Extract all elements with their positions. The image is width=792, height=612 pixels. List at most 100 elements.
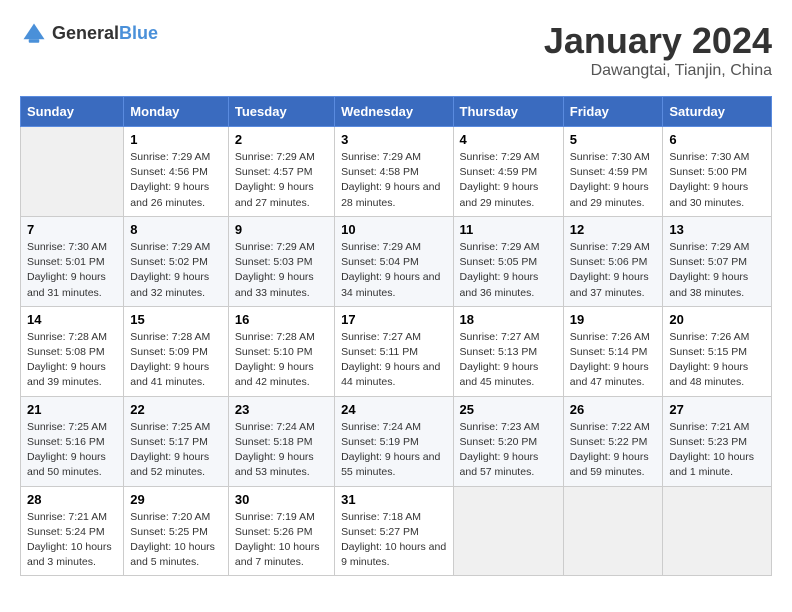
day-number: 31	[341, 492, 446, 507]
calendar-cell: 21Sunrise: 7:25 AMSunset: 5:16 PMDayligh…	[21, 396, 124, 486]
calendar-cell: 17 Sunrise: 7:27 AMSunset: 5:11 PMDayligh…	[335, 306, 453, 396]
calendar-cell	[663, 486, 772, 576]
day-number: 26	[570, 402, 657, 417]
calendar-cell: 30 Sunrise: 7:19 AMSunset: 5:26 PMDayligh…	[228, 486, 334, 576]
header-friday: Friday	[563, 97, 663, 127]
day-number: 12	[570, 222, 657, 237]
day-number: 9	[235, 222, 328, 237]
day-info: Sunrise: 7:29 AMSunset: 5:07 PMDaylight:…	[669, 240, 765, 301]
day-info: Sunrise: 7:30 AMSunset: 5:00 PMDaylight:…	[669, 150, 765, 211]
day-number: 15	[130, 312, 222, 327]
calendar-cell: 7Sunrise: 7:30 AMSunset: 5:01 PMDaylight…	[21, 216, 124, 306]
day-info: Sunrise: 7:29 AMSunset: 5:02 PMDaylight:…	[130, 240, 222, 301]
logo-text: GeneralBlue	[52, 24, 158, 44]
calendar-cell: 28Sunrise: 7:21 AMSunset: 5:24 PMDayligh…	[21, 486, 124, 576]
calendar-cell: 19Sunrise: 7:26 AMSunset: 5:14 PMDayligh…	[563, 306, 663, 396]
day-number: 13	[669, 222, 765, 237]
calendar-cell: 1 Sunrise: 7:29 AMSunset: 4:56 PMDaylight…	[124, 127, 229, 217]
day-info: Sunrise: 7:19 AMSunset: 5:26 PMDaylight:…	[235, 510, 328, 571]
day-number: 4	[460, 132, 557, 147]
day-number: 30	[235, 492, 328, 507]
day-info: Sunrise: 7:27 AMSunset: 5:11 PMDaylight:…	[341, 330, 446, 391]
calendar-week-row: 7Sunrise: 7:30 AMSunset: 5:01 PMDaylight…	[21, 216, 772, 306]
calendar-cell: 18 Sunrise: 7:27 AMSunset: 5:13 PMDayligh…	[453, 306, 563, 396]
day-info: Sunrise: 7:29 AMSunset: 5:06 PMDaylight:…	[570, 240, 657, 301]
day-info: Sunrise: 7:21 AMSunset: 5:23 PMDaylight:…	[669, 420, 765, 481]
day-info: Sunrise: 7:28 AMSunset: 5:08 PMDaylight:…	[27, 330, 117, 391]
header-wednesday: Wednesday	[335, 97, 453, 127]
header-monday: Monday	[124, 97, 229, 127]
calendar-header-row: SundayMondayTuesdayWednesdayThursdayFrid…	[21, 97, 772, 127]
calendar-cell: 2 Sunrise: 7:29 AMSunset: 4:57 PMDaylight…	[228, 127, 334, 217]
month-title: January 2024	[544, 20, 772, 62]
day-info: Sunrise: 7:24 AMSunset: 5:18 PMDaylight:…	[235, 420, 328, 481]
day-info: Sunrise: 7:26 AMSunset: 5:14 PMDaylight:…	[570, 330, 657, 391]
calendar-week-row: 1 Sunrise: 7:29 AMSunset: 4:56 PMDaylight…	[21, 127, 772, 217]
day-number: 8	[130, 222, 222, 237]
logo-icon	[20, 20, 48, 48]
calendar-cell: 26 Sunrise: 7:22 AMSunset: 5:22 PMDayligh…	[563, 396, 663, 486]
day-number: 18	[460, 312, 557, 327]
header-sunday: Sunday	[21, 97, 124, 127]
day-number: 6	[669, 132, 765, 147]
day-number: 27	[669, 402, 765, 417]
day-number: 11	[460, 222, 557, 237]
header-saturday: Saturday	[663, 97, 772, 127]
calendar-cell: 4 Sunrise: 7:29 AMSunset: 4:59 PMDaylight…	[453, 127, 563, 217]
calendar-cell: 12 Sunrise: 7:29 AMSunset: 5:06 PMDayligh…	[563, 216, 663, 306]
day-info: Sunrise: 7:29 AMSunset: 4:58 PMDaylight:…	[341, 150, 446, 211]
day-info: Sunrise: 7:29 AMSunset: 5:03 PMDaylight:…	[235, 240, 328, 301]
day-number: 17	[341, 312, 446, 327]
day-number: 23	[235, 402, 328, 417]
day-info: Sunrise: 7:20 AMSunset: 5:25 PMDaylight:…	[130, 510, 222, 571]
calendar-cell: 3 Sunrise: 7:29 AMSunset: 4:58 PMDaylight…	[335, 127, 453, 217]
calendar-cell: 23 Sunrise: 7:24 AMSunset: 5:18 PMDayligh…	[228, 396, 334, 486]
day-number: 22	[130, 402, 222, 417]
day-number: 29	[130, 492, 222, 507]
day-info: Sunrise: 7:28 AMSunset: 5:10 PMDaylight:…	[235, 330, 328, 391]
calendar-cell: 13 Sunrise: 7:29 AMSunset: 5:07 PMDayligh…	[663, 216, 772, 306]
calendar-cell: 20 Sunrise: 7:26 AMSunset: 5:15 PMDayligh…	[663, 306, 772, 396]
day-info: Sunrise: 7:28 AMSunset: 5:09 PMDaylight:…	[130, 330, 222, 391]
calendar-cell	[21, 127, 124, 217]
day-info: Sunrise: 7:26 AMSunset: 5:15 PMDaylight:…	[669, 330, 765, 391]
calendar-cell: 8 Sunrise: 7:29 AMSunset: 5:02 PMDaylight…	[124, 216, 229, 306]
day-info: Sunrise: 7:29 AMSunset: 5:05 PMDaylight:…	[460, 240, 557, 301]
day-info: Sunrise: 7:30 AMSunset: 5:01 PMDaylight:…	[27, 240, 117, 301]
calendar-cell: 22Sunrise: 7:25 AMSunset: 5:17 PMDayligh…	[124, 396, 229, 486]
day-number: 21	[27, 402, 117, 417]
page-header: GeneralBlue January 2024 Dawangtai, Tian…	[20, 20, 772, 80]
day-info: Sunrise: 7:18 AMSunset: 5:27 PMDaylight:…	[341, 510, 446, 571]
day-number: 5	[570, 132, 657, 147]
calendar-cell: 9 Sunrise: 7:29 AMSunset: 5:03 PMDaylight…	[228, 216, 334, 306]
day-info: Sunrise: 7:27 AMSunset: 5:13 PMDaylight:…	[460, 330, 557, 391]
day-number: 20	[669, 312, 765, 327]
calendar-table: SundayMondayTuesdayWednesdayThursdayFrid…	[20, 96, 772, 576]
calendar-cell: 16 Sunrise: 7:28 AMSunset: 5:10 PMDayligh…	[228, 306, 334, 396]
calendar-cell: 25Sunrise: 7:23 AMSunset: 5:20 PMDayligh…	[453, 396, 563, 486]
calendar-cell: 27 Sunrise: 7:21 AMSunset: 5:23 PMDayligh…	[663, 396, 772, 486]
day-info: Sunrise: 7:24 AMSunset: 5:19 PMDaylight:…	[341, 420, 446, 481]
calendar-cell	[453, 486, 563, 576]
day-info: Sunrise: 7:30 AMSunset: 4:59 PMDaylight:…	[570, 150, 657, 211]
day-number: 16	[235, 312, 328, 327]
day-info: Sunrise: 7:29 AMSunset: 4:59 PMDaylight:…	[460, 150, 557, 211]
day-number: 3	[341, 132, 446, 147]
calendar-week-row: 28Sunrise: 7:21 AMSunset: 5:24 PMDayligh…	[21, 486, 772, 576]
day-info: Sunrise: 7:22 AMSunset: 5:22 PMDaylight:…	[570, 420, 657, 481]
calendar-cell	[563, 486, 663, 576]
calendar-cell: 29 Sunrise: 7:20 AMSunset: 5:25 PMDayligh…	[124, 486, 229, 576]
calendar-week-row: 21Sunrise: 7:25 AMSunset: 5:16 PMDayligh…	[21, 396, 772, 486]
day-info: Sunrise: 7:29 AMSunset: 4:57 PMDaylight:…	[235, 150, 328, 211]
calendar-cell: 5 Sunrise: 7:30 AMSunset: 4:59 PMDaylight…	[563, 127, 663, 217]
day-number: 28	[27, 492, 117, 507]
day-info: Sunrise: 7:29 AMSunset: 5:04 PMDaylight:…	[341, 240, 446, 301]
day-number: 25	[460, 402, 557, 417]
day-number: 1	[130, 132, 222, 147]
day-number: 2	[235, 132, 328, 147]
day-number: 14	[27, 312, 117, 327]
title-block: January 2024 Dawangtai, Tianjin, China	[544, 20, 772, 80]
header-thursday: Thursday	[453, 97, 563, 127]
calendar-cell: 24Sunrise: 7:24 AMSunset: 5:19 PMDayligh…	[335, 396, 453, 486]
day-info: Sunrise: 7:29 AMSunset: 4:56 PMDaylight:…	[130, 150, 222, 211]
